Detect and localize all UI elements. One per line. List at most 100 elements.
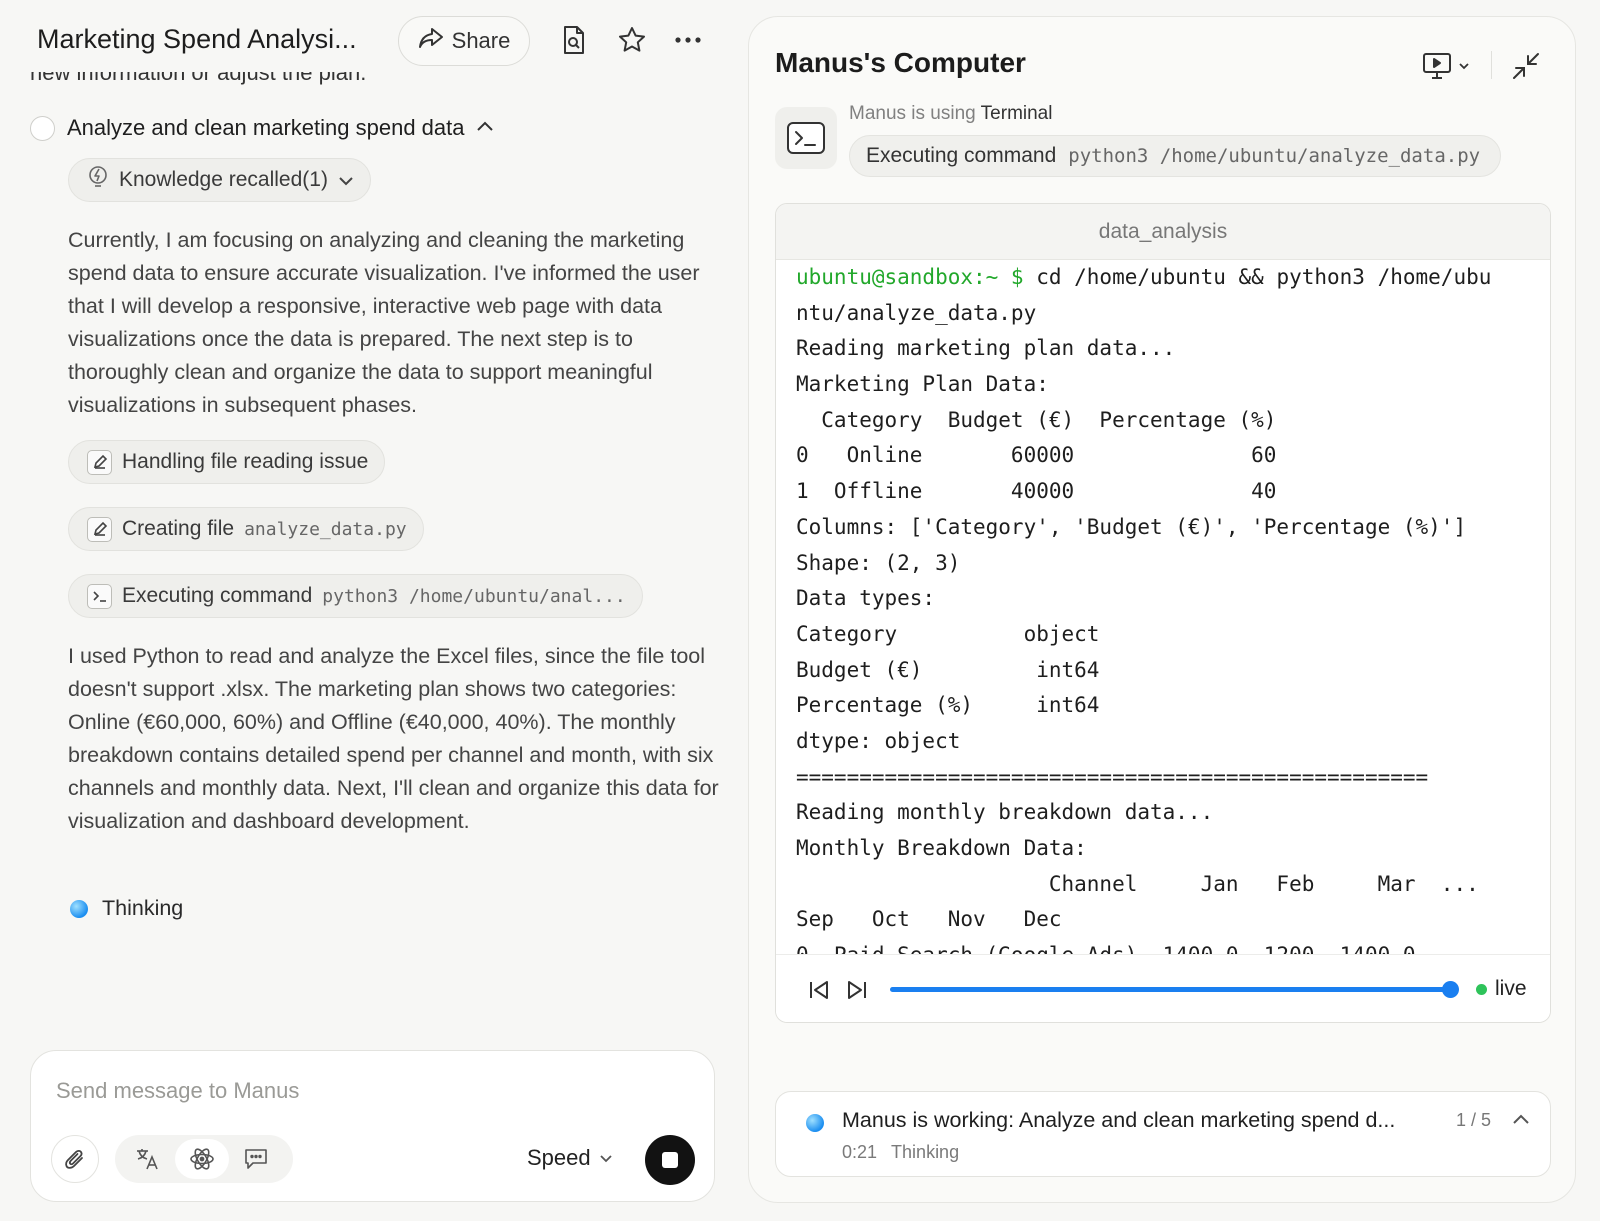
share-button[interactable]: Share (398, 16, 530, 66)
elapsed-time: 0:21 (842, 1142, 878, 1162)
task-status-circle (30, 115, 55, 141)
terminal-output[interactable]: ubuntu@sandbox:~ $ cd /home/ubuntu && py… (796, 260, 1540, 974)
terminal-title: data_analysis (776, 204, 1550, 260)
step-code: python3 /home/ubuntu/anal... (322, 585, 626, 607)
terminal-tool-icon (775, 107, 837, 169)
terminal-line: Marketing Plan Data: (796, 372, 1049, 397)
edit-icon (87, 449, 112, 475)
tool-usage-label: Manus is using Terminal (849, 103, 1053, 124)
terminal-line: Category Budget (€) Percentage (%) (796, 407, 1277, 432)
attach-button[interactable] (51, 1135, 99, 1183)
terminal-line: ========================================… (796, 764, 1429, 789)
tool-name: Terminal (980, 103, 1053, 124)
more-options-icon[interactable] (672, 24, 704, 56)
translate-button[interactable] (121, 1139, 175, 1179)
step-label: Executing command (122, 584, 313, 607)
terminal-line: dtype: object (796, 728, 961, 753)
chat-bubble-icon (245, 1149, 267, 1169)
playback-progress-track[interactable] (890, 987, 1450, 992)
terminal-line: 0 Online 60000 60 (796, 443, 1277, 468)
speed-label: Speed (527, 1145, 591, 1170)
terminal-line: Data types: (796, 586, 936, 611)
chat-mode-button[interactable] (229, 1139, 283, 1179)
skip-forward-icon (848, 981, 866, 999)
composer-tools (115, 1135, 293, 1183)
paperclip-icon (65, 1149, 83, 1169)
stop-button[interactable] (645, 1135, 695, 1185)
skip-back-button[interactable] (806, 977, 832, 1003)
thinking-dot-icon (70, 899, 88, 918)
terminal-icon (87, 583, 112, 609)
lightbulb-icon (87, 165, 109, 195)
stop-icon (662, 1152, 678, 1168)
chevron-down-icon (599, 1154, 612, 1162)
computer-panel: Manus's Computer Manus is using Terminal… (748, 16, 1576, 1203)
terminal-line: Percentage (%) int64 (796, 693, 1100, 718)
terminal-line: Reading marketing plan data... (796, 336, 1176, 361)
terminal-line: Sep Oct Nov Dec (796, 907, 1062, 932)
step-chip-handling-file[interactable]: Handling file reading issue (68, 440, 386, 484)
atom-icon (190, 1148, 214, 1170)
status-state: Thinking (891, 1142, 960, 1162)
chevron-down-icon (1459, 63, 1469, 70)
step-counter: 1 / 5 (1456, 1110, 1492, 1130)
task-status-card[interactable]: Manus is working: Analyze and clean mark… (775, 1091, 1551, 1177)
knowledge-recalled-chip[interactable]: Knowledge recalled(1) (68, 158, 371, 202)
terminal-line: Channel Jan Feb Mar ... (796, 871, 1479, 896)
chevron-up-icon[interactable] (476, 119, 494, 137)
step-chip-executing-command[interactable]: Executing command python3 /home/ubuntu/a… (68, 574, 643, 618)
terminal-window: data_analysis ubuntu@sandbox:~ $ cd /hom… (775, 203, 1551, 1023)
terminal-line: Monthly Breakdown Data: (796, 836, 1087, 860)
computer-panel-title: Manus's Computer (775, 47, 1026, 78)
chat-header: Marketing Spend Analysi... Share (0, 0, 730, 72)
message-composer: Speed (30, 1050, 715, 1202)
chat-title: Marketing Spend Analysi... (37, 24, 357, 54)
skip-forward-button[interactable] (844, 977, 870, 1003)
terminal-line: ubuntu@sandbox:~ $ cd /home/ubuntu && py… (796, 265, 1492, 289)
assistant-message-2: I used Python to read and analyze the Ex… (68, 644, 719, 833)
monitor-icon (1423, 53, 1451, 79)
status-detail: 0:21 Thinking (842, 1142, 959, 1163)
live-indicator: live (1476, 977, 1527, 1001)
speed-mode-select[interactable]: Speed (527, 1145, 613, 1171)
step-chip-creating-file[interactable]: Creating file analyze_data.py (68, 507, 424, 551)
terminal-prompt: ubuntu@sandbox:~ $ (796, 265, 1024, 289)
knowledge-recalled-label: Knowledge recalled(1) (119, 168, 328, 191)
terminal-line: Reading monthly breakdown data... (796, 800, 1214, 825)
executing-command-pill: Executing command python3 /home/ubuntu/a… (849, 135, 1502, 177)
edit-icon (87, 516, 112, 542)
terminal-line: Budget (€) int64 (796, 657, 1100, 682)
task-header[interactable]: Analyze and clean marketing spend data (30, 115, 494, 141)
live-label: live (1495, 977, 1527, 1000)
thinking-label: Thinking (102, 896, 184, 920)
chevron-up-icon[interactable] (1512, 1112, 1530, 1130)
view-mode-button[interactable] (1421, 51, 1471, 81)
playback-progress-handle[interactable] (1442, 981, 1459, 998)
minimize-panel-icon[interactable] (1511, 51, 1541, 81)
step-label: Handling file reading issue (122, 450, 369, 473)
exec-code: python3 /home/ubuntu/analyze_data.py (1068, 145, 1481, 167)
translate-icon (137, 1149, 158, 1170)
share-label: Share (451, 28, 511, 53)
terminal-line: 1 Offline 40000 40 (796, 479, 1277, 504)
chevron-down-icon (338, 168, 354, 192)
terminal-line: Columns: ['Category', 'Budget (€)', 'Per… (796, 514, 1467, 539)
status-message: Manus is working: Analyze and clean mark… (842, 1108, 1396, 1132)
terminal-line: ntu/analyze_data.py (796, 300, 1037, 325)
skip-back-icon (810, 981, 828, 999)
task-label: Analyze and clean marketing spend data (67, 115, 465, 140)
terminal-line: Category object (796, 621, 1100, 646)
live-dot-icon (1476, 983, 1487, 995)
assistant-message-1: Currently, I am focusing on analyzing an… (68, 228, 700, 417)
thinking-indicator: Thinking (70, 896, 183, 921)
step-code: analyze_data.py (244, 518, 407, 540)
file-search-icon[interactable] (558, 24, 590, 56)
share-icon (418, 26, 444, 56)
header-divider (1491, 51, 1492, 79)
message-input[interactable] (56, 1071, 656, 1111)
working-dot-icon (806, 1114, 824, 1132)
terminal-line: Shape: (2, 3) (796, 550, 961, 575)
playback-controls: live (776, 954, 1550, 1022)
agent-mode-button[interactable] (175, 1139, 229, 1179)
star-icon[interactable] (616, 24, 648, 56)
